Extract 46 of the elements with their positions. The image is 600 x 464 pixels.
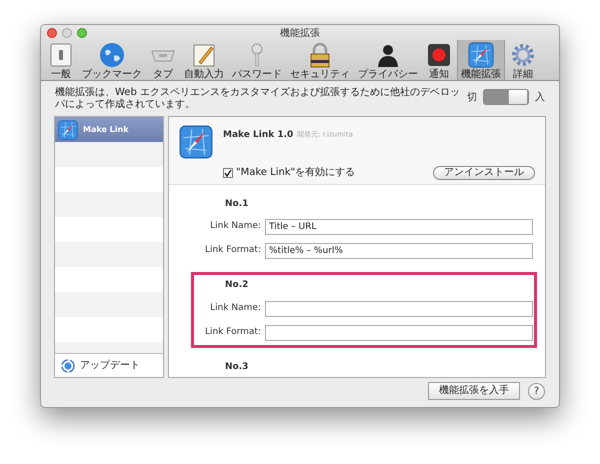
close-button[interactable] (47, 28, 57, 38)
person-icon (375, 42, 401, 68)
compass-icon (468, 42, 494, 68)
record-icon (426, 42, 452, 68)
field-label: Link Format: (204, 326, 261, 339)
toolbar-tab[interactable]: セキュリティ (287, 40, 353, 80)
get-extensions-button[interactable]: 機能拡張を入手 (428, 382, 520, 400)
help-button[interactable]: ? (528, 382, 545, 400)
uninstall-button[interactable]: アンインストール (433, 166, 535, 180)
on-off-switch[interactable] (483, 89, 529, 105)
toolbar-tab[interactable]: 通知 (423, 40, 455, 80)
compass-icon (58, 120, 78, 140)
description-text: 機能拡張は、Web エクスペリエンスをカスタマイズおよび拡張するために他社のデベロッパによって作成されています。 (55, 87, 461, 111)
gear-icon (510, 42, 536, 68)
group-heading: No.2 (224, 279, 250, 292)
on-label: 入 (535, 90, 545, 104)
toolbar-tab[interactable]: パスワード (229, 40, 285, 80)
update-button[interactable]: アップデート (80, 358, 140, 373)
group-heading: No.3 (224, 360, 250, 374)
field-label: Link Name: (209, 220, 261, 234)
switch-icon (48, 42, 74, 68)
toolbar-tab[interactable]: 自動入力 (181, 40, 227, 80)
text-field[interactable] (265, 324, 533, 340)
toolbar-tab[interactable]: 機能拡張 (457, 40, 505, 80)
text-field[interactable]: %title% – %url% (265, 243, 533, 259)
toolbar-tab[interactable]: 一般 (45, 40, 77, 80)
toolbar-tab[interactable]: 詳細 (507, 40, 539, 80)
off-label: 切 (467, 90, 477, 104)
group-heading: No.1 (224, 198, 250, 210)
minimize-button[interactable] (62, 28, 72, 38)
globe-icon (99, 42, 125, 68)
toolbar-tab[interactable]: タブ (147, 40, 179, 80)
enable-label: "Make Link"を有効にする (236, 166, 356, 180)
field-label: Link Name: (209, 302, 261, 315)
pencil-icon (191, 42, 217, 68)
zoom-button[interactable] (77, 28, 87, 38)
update-icon (61, 358, 75, 372)
field-label: Link Format: (204, 244, 261, 258)
extension-name: Make Link 1.0 (223, 129, 294, 142)
window-title: 機能拡張 (280, 28, 320, 40)
toolbar-tab[interactable]: プライバシー (355, 40, 421, 80)
text-field[interactable] (265, 300, 533, 316)
enable-checkbox[interactable] (223, 168, 233, 178)
toolbar-tab[interactable]: ブックマーク (79, 40, 145, 80)
text-field[interactable]: Title – URL (265, 219, 533, 235)
extension-icon (179, 125, 213, 159)
